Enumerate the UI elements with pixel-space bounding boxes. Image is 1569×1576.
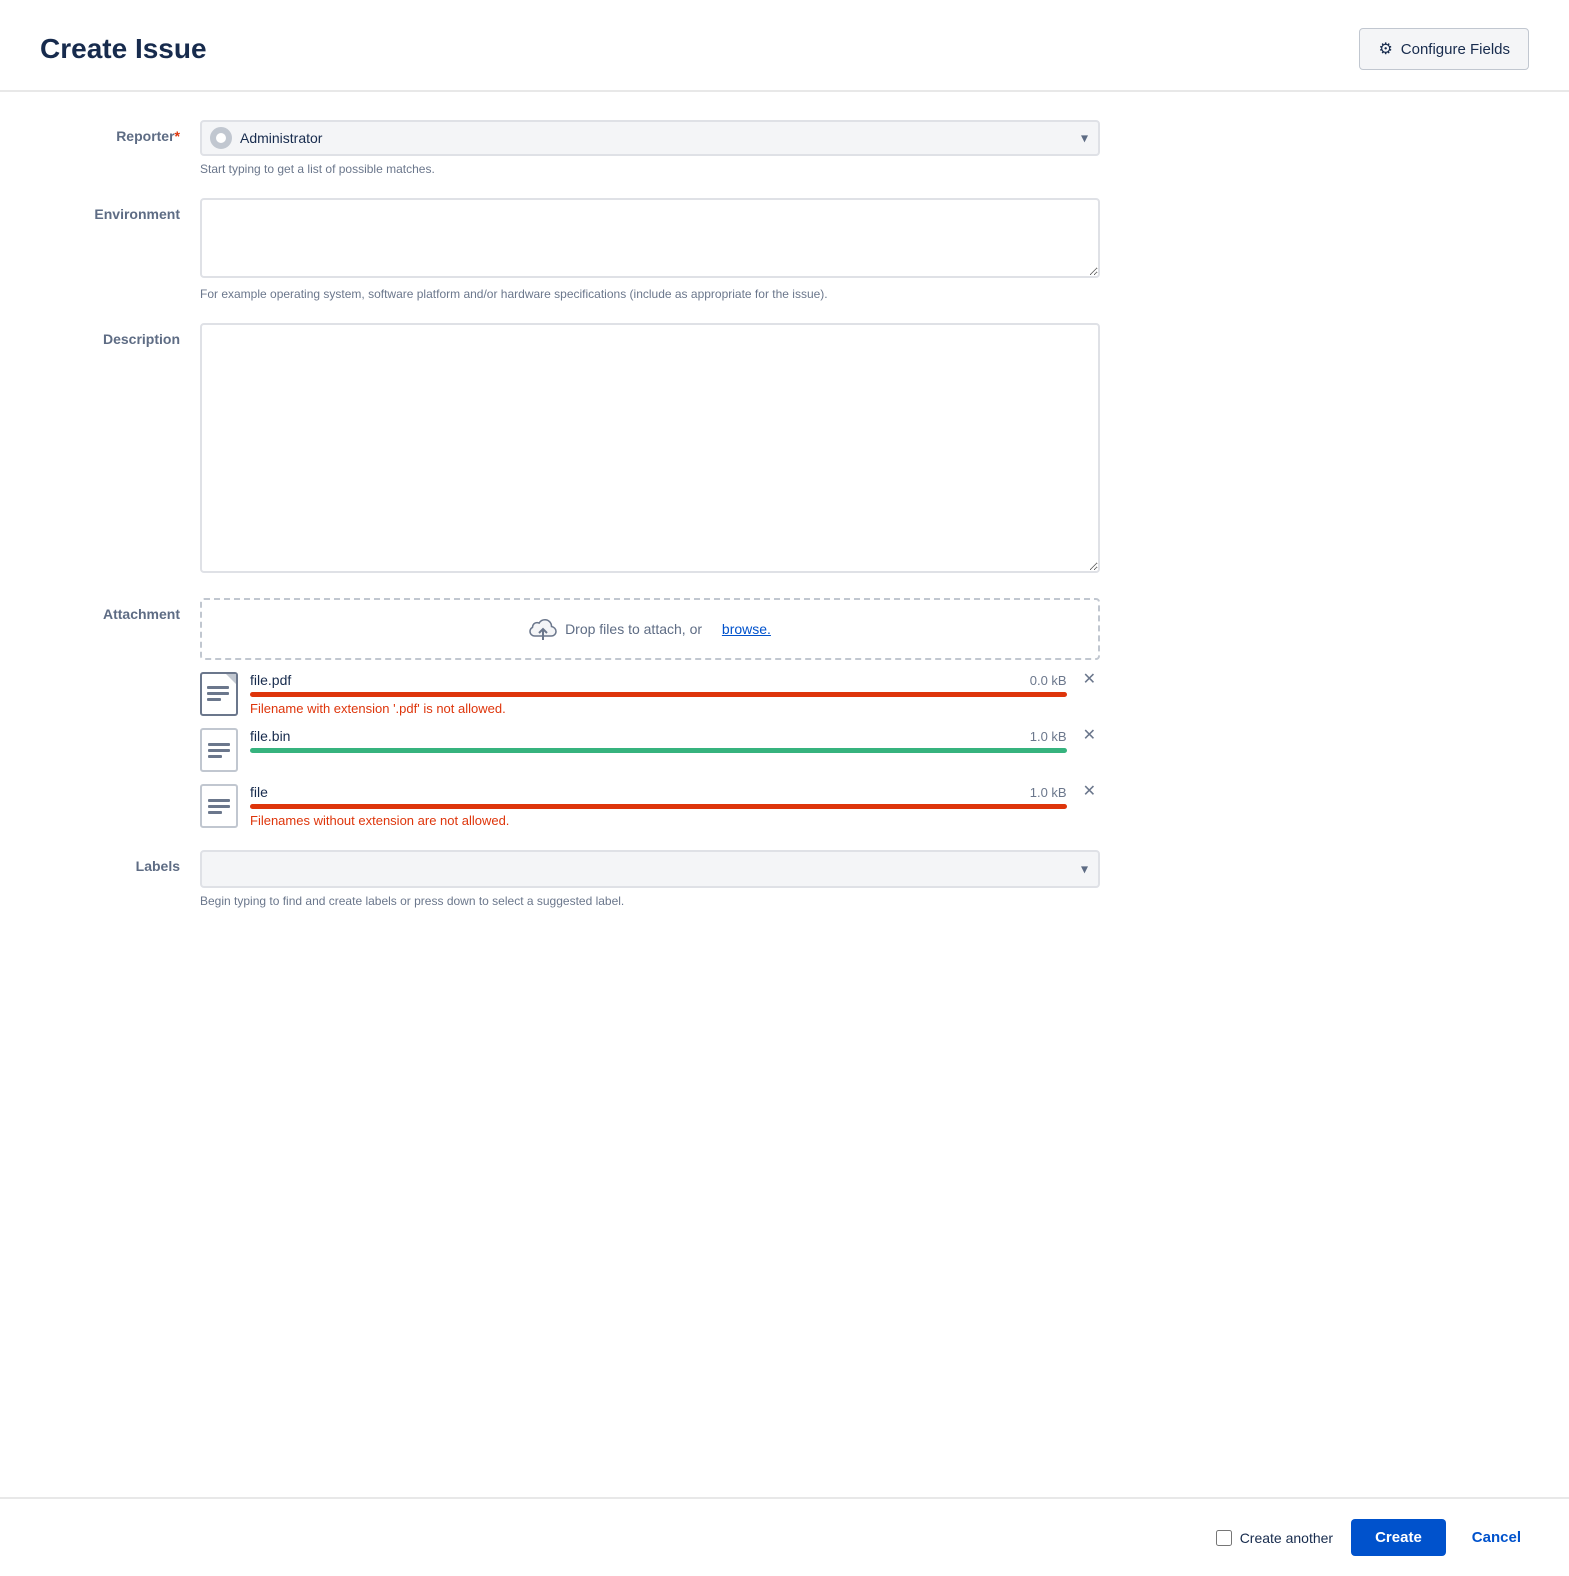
environment-field: For example operating system, software p… bbox=[200, 198, 1100, 301]
description-label: Description bbox=[40, 323, 200, 347]
file-name: file bbox=[250, 784, 268, 800]
environment-row: Environment For example operating system… bbox=[40, 198, 1529, 301]
page-title: Create Issue bbox=[40, 33, 207, 65]
attachment-dropzone[interactable]: Drop files to attach, or browse. bbox=[200, 598, 1100, 660]
file-size: 1.0 kB bbox=[1030, 729, 1067, 744]
reporter-select[interactable]: Administrator bbox=[200, 120, 1100, 156]
attachment-row: Attachment Drop files to attach, or brow… bbox=[40, 598, 1529, 828]
file-item: file 1.0 kB Filenames without extension … bbox=[200, 784, 1100, 828]
create-another-label: Create another bbox=[1240, 1530, 1333, 1546]
labels-field: ▾ Begin typing to find and create labels… bbox=[200, 850, 1100, 908]
file-name: file.pdf bbox=[250, 672, 291, 688]
reporter-avatar bbox=[210, 127, 232, 149]
file-error-message: Filenames without extension are not allo… bbox=[250, 813, 1067, 828]
cancel-button[interactable]: Cancel bbox=[1464, 1519, 1529, 1556]
dialog-footer: Create another Create Cancel bbox=[0, 1497, 1569, 1576]
reporter-wrapper: Administrator ▾ bbox=[200, 120, 1100, 156]
reporter-hint: Start typing to get a list of possible m… bbox=[200, 162, 1100, 176]
file-progress-bar bbox=[250, 804, 1067, 809]
file-name: file.bin bbox=[250, 728, 290, 744]
create-issue-dialog: Create Issue ⚙ Configure Fields Reporter… bbox=[0, 0, 1569, 1576]
dropzone-text: Drop files to attach, or bbox=[565, 621, 702, 637]
dialog-header: Create Issue ⚙ Configure Fields bbox=[0, 0, 1569, 92]
labels-select[interactable] bbox=[200, 850, 1100, 888]
file-size: 0.0 kB bbox=[1030, 673, 1067, 688]
create-another-wrapper: Create another bbox=[1216, 1530, 1333, 1546]
file-size: 1.0 kB bbox=[1030, 785, 1067, 800]
labels-wrapper: ▾ bbox=[200, 850, 1100, 888]
file-doc-icon bbox=[200, 784, 238, 828]
description-field bbox=[200, 323, 1100, 576]
create-button[interactable]: Create bbox=[1351, 1519, 1446, 1556]
file-doc-icon bbox=[200, 728, 238, 772]
create-another-checkbox[interactable] bbox=[1216, 1530, 1232, 1546]
remove-file-button[interactable]: ✕ bbox=[1079, 728, 1100, 744]
attachment-label: Attachment bbox=[40, 598, 200, 622]
file-item: file.bin 1.0 kB ✕ bbox=[200, 728, 1100, 772]
reporter-row: Reporter* Administrator ▾ Start typing t… bbox=[40, 120, 1529, 176]
environment-hint: For example operating system, software p… bbox=[200, 287, 1100, 301]
dialog-body: Reporter* Administrator ▾ Start typing t… bbox=[0, 92, 1569, 1497]
remove-file-button[interactable]: ✕ bbox=[1079, 672, 1100, 688]
file-progress-bar bbox=[250, 748, 1067, 753]
labels-hint: Begin typing to find and create labels o… bbox=[200, 894, 1100, 908]
file-details: file.bin 1.0 kB bbox=[250, 728, 1067, 757]
description-row: Description bbox=[40, 323, 1529, 576]
file-progress-bar bbox=[250, 692, 1067, 697]
browse-link[interactable]: browse. bbox=[722, 621, 771, 637]
environment-label: Environment bbox=[40, 198, 200, 222]
file-details: file 1.0 kB Filenames without extension … bbox=[250, 784, 1067, 828]
remove-file-button[interactable]: ✕ bbox=[1079, 784, 1100, 800]
file-name-row: file.bin 1.0 kB bbox=[250, 728, 1067, 744]
file-error-message: Filename with extension '.pdf' is not al… bbox=[250, 701, 1067, 716]
file-name-row: file.pdf 0.0 kB bbox=[250, 672, 1067, 688]
environment-textarea[interactable] bbox=[200, 198, 1100, 278]
gear-icon: ⚙ bbox=[1378, 39, 1392, 59]
reporter-field: Administrator ▾ Start typing to get a li… bbox=[200, 120, 1100, 176]
attachment-field: Drop files to attach, or browse. bbox=[200, 598, 1100, 828]
configure-fields-button[interactable]: ⚙ Configure Fields bbox=[1359, 28, 1529, 70]
file-list: file.pdf 0.0 kB Filename with extension … bbox=[200, 672, 1100, 828]
file-pdf-icon bbox=[200, 672, 238, 716]
description-textarea[interactable] bbox=[200, 323, 1100, 573]
labels-row: Labels ▾ Begin typing to find and create… bbox=[40, 850, 1529, 908]
file-item: file.pdf 0.0 kB Filename with extension … bbox=[200, 672, 1100, 716]
configure-fields-label: Configure Fields bbox=[1401, 41, 1510, 58]
file-name-row: file 1.0 kB bbox=[250, 784, 1067, 800]
labels-label: Labels bbox=[40, 850, 200, 874]
file-details: file.pdf 0.0 kB Filename with extension … bbox=[250, 672, 1067, 716]
reporter-label: Reporter* bbox=[40, 120, 200, 144]
cloud-upload-icon bbox=[529, 618, 557, 640]
required-star: * bbox=[175, 128, 180, 144]
avatar-inner bbox=[214, 131, 228, 145]
